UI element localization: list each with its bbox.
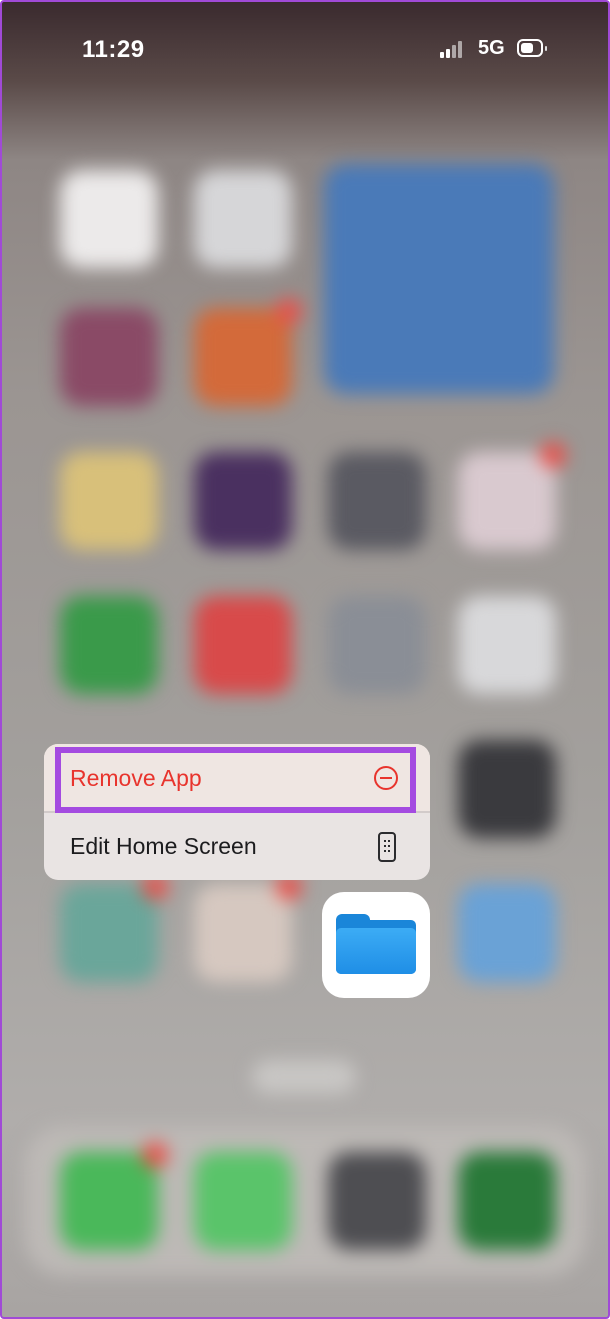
app-icon-dark bbox=[328, 452, 426, 550]
network-type: 5G bbox=[478, 37, 505, 59]
dock-icon-messages bbox=[194, 1152, 292, 1250]
dock-icon-phone bbox=[60, 1152, 158, 1250]
highlight-box bbox=[55, 747, 416, 813]
edit-home-screen-label: Edit Home Screen bbox=[70, 833, 257, 859]
notification-badge bbox=[142, 1142, 168, 1168]
notification-badge bbox=[276, 298, 302, 324]
app-icon-purple bbox=[194, 452, 292, 550]
app-icon-calendar bbox=[60, 170, 158, 268]
dock-icon-camera bbox=[328, 1152, 426, 1250]
phone-screen-icon bbox=[378, 832, 396, 862]
app-icon-photos bbox=[458, 452, 556, 550]
blurred-home-screen bbox=[2, 2, 608, 1317]
app-icon-safari bbox=[458, 884, 556, 982]
app-icon-grey bbox=[328, 596, 426, 694]
dock-icon-green-dark bbox=[458, 1152, 556, 1250]
app-icon-tv bbox=[458, 740, 556, 838]
app-icon-green bbox=[60, 596, 158, 694]
page-indicator bbox=[252, 1060, 356, 1094]
phone-screen: 11:29 5G Remove App Edit Home Screen bbox=[0, 0, 610, 1319]
app-icon-teal bbox=[60, 884, 158, 982]
weather-widget bbox=[324, 164, 554, 394]
status-bar: 11:29 5G bbox=[2, 2, 608, 92]
app-icon-orange bbox=[194, 308, 292, 406]
status-time: 11:29 bbox=[82, 36, 145, 63]
app-icon-white bbox=[458, 596, 556, 694]
notification-badge bbox=[540, 442, 566, 468]
app-icon-red bbox=[194, 596, 292, 694]
app-icon-purple-red bbox=[60, 308, 158, 406]
cellular-signal-icon bbox=[440, 40, 468, 58]
edit-home-screen-menu-item[interactable]: Edit Home Screen bbox=[44, 813, 430, 880]
files-app-icon[interactable] bbox=[322, 892, 430, 998]
app-icon-yellow bbox=[60, 452, 158, 550]
files-folder-icon bbox=[336, 914, 416, 976]
app-icon-google-photos bbox=[194, 884, 292, 982]
app-icon-settings bbox=[194, 170, 292, 268]
battery-icon bbox=[517, 39, 547, 57]
